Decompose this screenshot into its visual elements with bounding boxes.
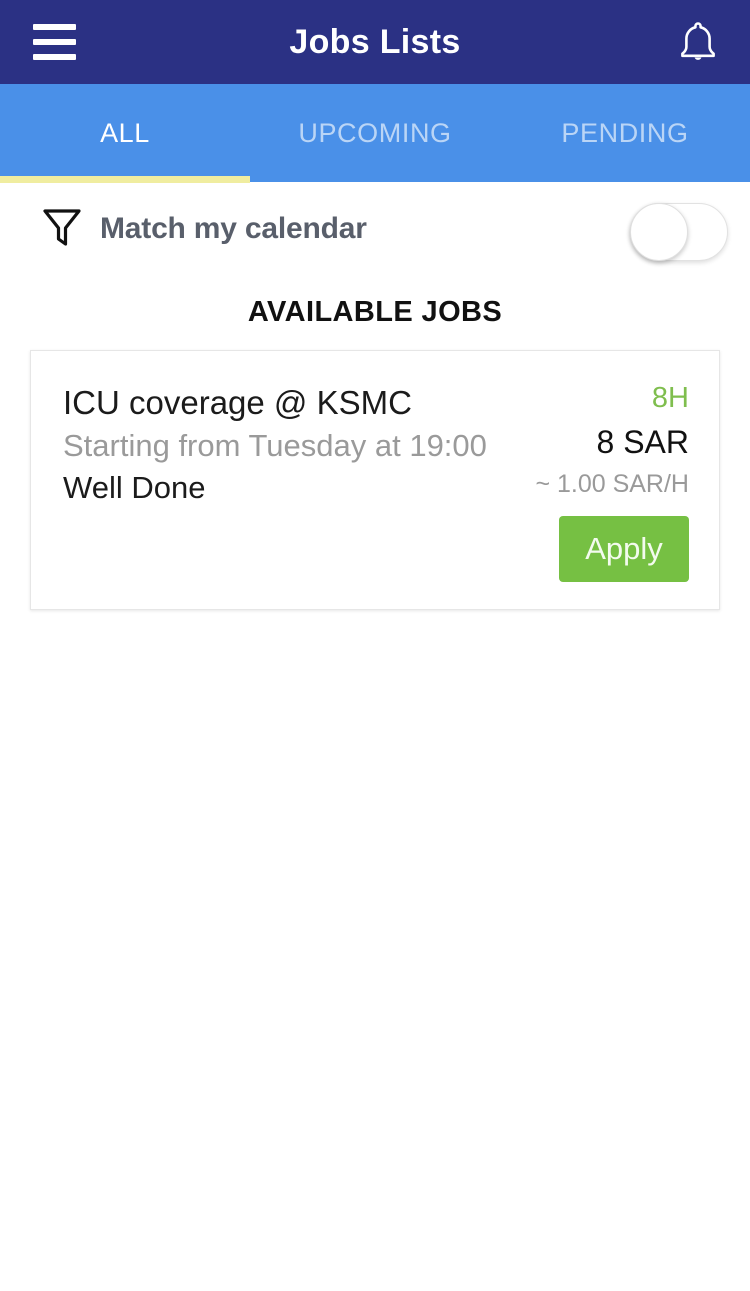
active-tab-indicator	[0, 176, 250, 183]
job-card[interactable]: ICU coverage @ KSMC Starting from Tuesda…	[30, 350, 720, 610]
toggle-knob	[630, 203, 688, 261]
apply-button[interactable]: Apply	[559, 516, 689, 582]
hamburger-menu-icon[interactable]	[33, 24, 76, 60]
page-title: Jobs Lists	[289, 22, 461, 61]
tab-pending[interactable]: PENDING	[500, 118, 750, 149]
available-jobs-heading: AVAILABLE JOBS	[247, 296, 503, 328]
job-hourly-rate: ~ 1.00 SAR/H	[535, 469, 689, 498]
hamburger-bar	[33, 39, 76, 45]
tab-upcoming[interactable]: UPCOMING	[250, 118, 500, 149]
jobs-lists-screen: Jobs Lists ALL UPCOMING PENDING Match my…	[0, 0, 750, 1291]
funnel-filter-icon[interactable]	[42, 207, 82, 249]
job-total-pay: 8 SAR	[596, 423, 689, 460]
match-calendar-toggle[interactable]	[630, 203, 728, 261]
hamburger-bar	[33, 24, 76, 30]
app-bar: Jobs Lists	[0, 0, 750, 84]
tab-all[interactable]: ALL	[0, 118, 250, 149]
job-card-summary: 8H 8 SAR ~ 1.00 SAR/H Apply	[419, 381, 689, 582]
tab-bar: ALL UPCOMING PENDING	[0, 84, 750, 182]
bell-icon[interactable]	[674, 18, 722, 66]
match-calendar-label: Match my calendar	[100, 212, 367, 245]
job-duration: 8H	[651, 382, 689, 414]
hamburger-bar	[33, 54, 76, 60]
